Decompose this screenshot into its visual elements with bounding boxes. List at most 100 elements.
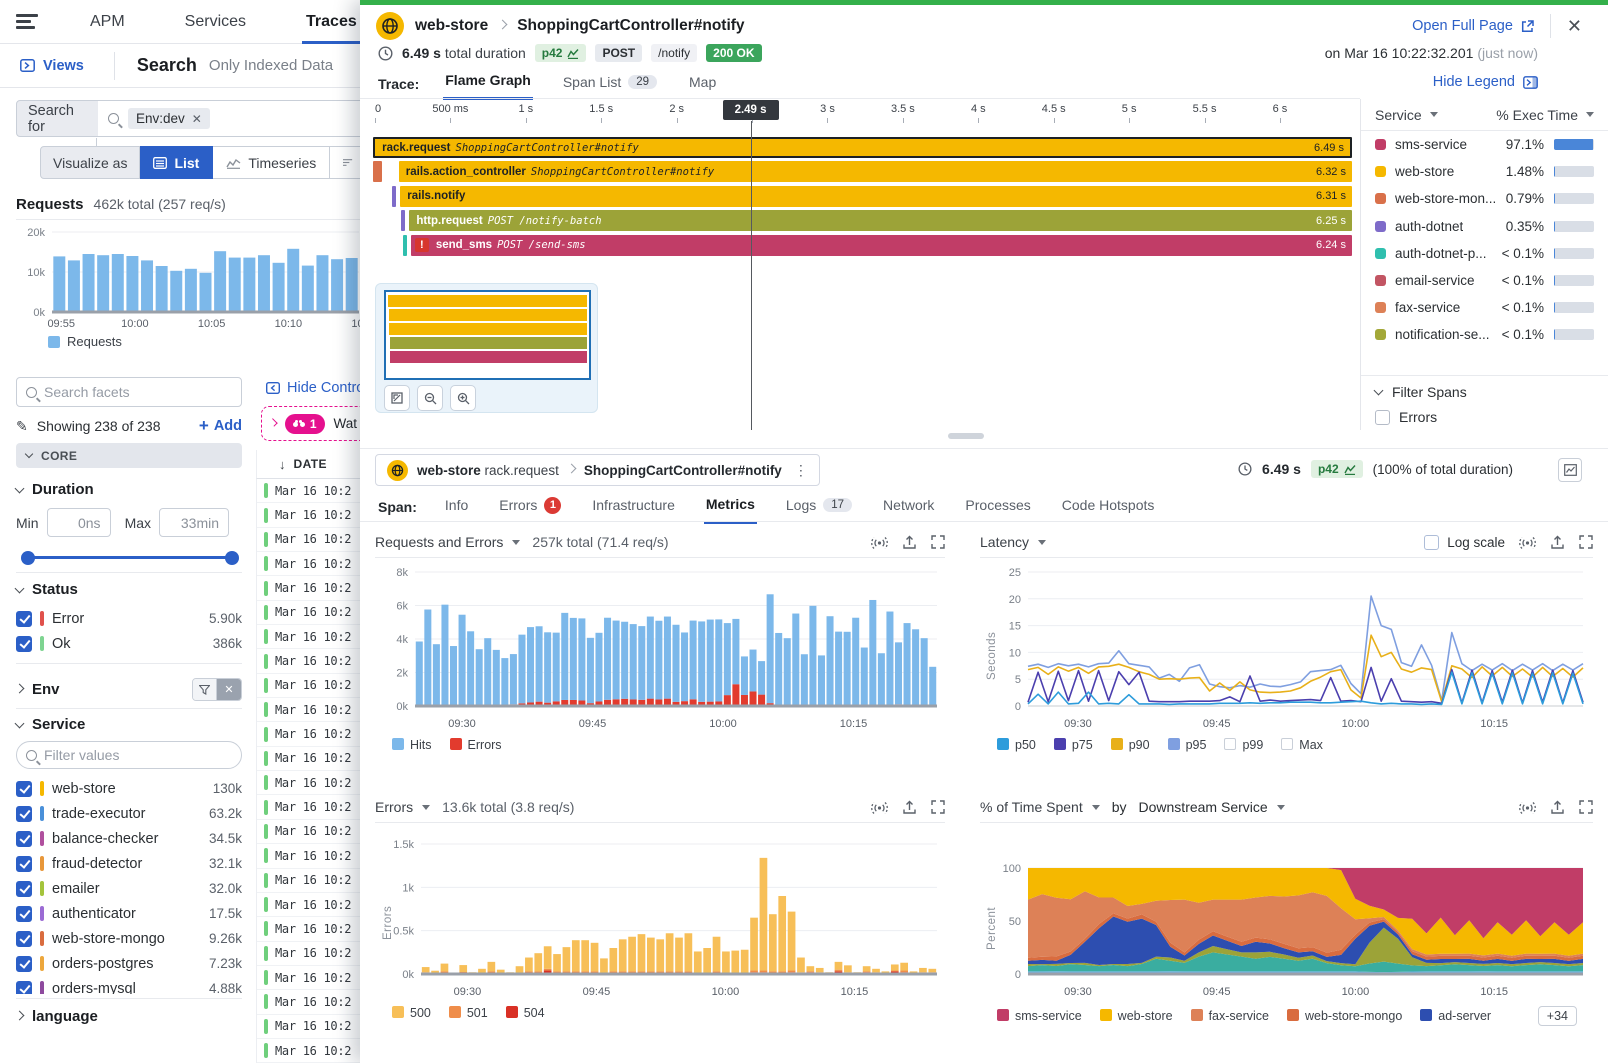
requests-errors-chart[interactable]: 0k2k4k6k8k09:3009:4510:0010:15	[375, 560, 945, 732]
expand-icon[interactable]	[1579, 535, 1593, 549]
trace-list-row[interactable]: Mar 16 10:2	[257, 722, 376, 746]
trace-list-row[interactable]: Mar 16 10:2	[257, 1039, 376, 1063]
slider-handle-min[interactable]	[21, 551, 35, 565]
status-facet-header[interactable]: Status	[16, 581, 78, 598]
slider-handle-max[interactable]	[225, 551, 239, 565]
checkbox-icon[interactable]	[1375, 410, 1390, 425]
watchdog-insights-banner[interactable]: 1 Wat	[261, 406, 367, 441]
status-facet-row[interactable]: Ok386k	[16, 631, 242, 656]
hide-controls-link[interactable]: Hide Contro	[266, 377, 366, 399]
export-icon[interactable]	[1550, 535, 1565, 550]
trace-tab-flame-graph[interactable]: Flame Graph	[443, 68, 533, 100]
legend-service-row[interactable]: notification-se...< 0.1%	[1361, 321, 1608, 348]
env-clear-filter-button[interactable]: ✕	[217, 678, 241, 701]
checkbox-icon[interactable]	[16, 881, 32, 897]
service-filter-field[interactable]	[44, 747, 204, 763]
checkbox-icon[interactable]	[16, 956, 32, 972]
checkbox-icon[interactable]	[16, 781, 32, 797]
trace-list-row[interactable]: Mar 16 10:2	[257, 893, 376, 917]
log-scale-checkbox[interactable]: Log scale	[1424, 535, 1505, 550]
service-facet-row[interactable]: web-store-mongo9.26k	[16, 926, 242, 951]
flame-span-rack.request[interactable]: rack.requestShoppingCartController#notif…	[373, 137, 1352, 158]
trace-tab-map[interactable]: Map	[687, 70, 718, 99]
chart-legend-item[interactable]: web-store-mongo	[1287, 1009, 1402, 1023]
chart-legend-item[interactable]: fax-service	[1191, 1009, 1269, 1023]
checkbox-icon[interactable]	[16, 611, 32, 627]
export-icon[interactable]	[1550, 800, 1565, 815]
flame-span-rails.action_controller[interactable]: rails.action_controllerShoppingCartContr…	[399, 161, 1352, 182]
service-facet-row[interactable]: emailer32.0k	[16, 876, 242, 901]
trace-list-row[interactable]: Mar 16 10:2	[257, 625, 376, 649]
duration-max-input[interactable]	[171, 515, 219, 531]
legend-service-row[interactable]: fax-service< 0.1%	[1361, 294, 1608, 321]
trace-resource-name[interactable]: ShoppingCartController#notify	[517, 17, 744, 35]
checkbox-icon[interactable]	[16, 806, 32, 822]
trace-list-row[interactable]: Mar 16 10:2	[257, 698, 376, 722]
trace-list-row[interactable]: Mar 16 10:2	[257, 942, 376, 966]
edit-facets-icon[interactable]: ✎	[16, 418, 28, 435]
minimap-viewport[interactable]	[384, 290, 591, 380]
add-facet-button[interactable]: +Add	[199, 416, 242, 436]
trace-list-row[interactable]: Mar 16 10:2	[257, 747, 376, 771]
close-icon[interactable]: ✕	[1567, 16, 1582, 37]
chart-legend-item[interactable]: p95	[1168, 738, 1207, 752]
expand-icon[interactable]	[1579, 800, 1593, 814]
errors-dropdown[interactable]: Errors	[375, 799, 430, 815]
zoom-in-icon[interactable]	[450, 385, 476, 411]
requests-overview-chart[interactable]: 0k10k20k09:5510:0010:0510:1010	[16, 222, 361, 332]
trace-list-row[interactable]: Mar 16 10:2	[257, 820, 376, 844]
viz-mode-list[interactable]: List	[140, 146, 213, 179]
span-tab-metrics[interactable]: Metrics	[704, 491, 757, 524]
chart-legend-item[interactable]: p75	[1054, 738, 1093, 752]
legend-service-row[interactable]: sms-service97.1%	[1361, 131, 1608, 158]
chart-legend-item[interactable]: sms-service	[997, 1009, 1082, 1023]
export-icon[interactable]	[902, 800, 917, 815]
core-group-header[interactable]: CORE	[16, 443, 242, 468]
trace-service-name[interactable]: web-store	[415, 17, 488, 35]
chart-legend-item[interactable]: web-store	[1100, 1009, 1173, 1023]
flame-graph[interactable]: 0500 ms1 s1.5 s2 s2.5 s3 s3.5 s4 s4.5 s5…	[360, 99, 1360, 430]
trace-list-row[interactable]: Mar 16 10:2	[257, 966, 376, 990]
duration-facet-header[interactable]: Duration	[16, 481, 94, 498]
service-facet-row[interactable]: orders-postgres7.23k	[16, 951, 242, 976]
checkbox-icon[interactable]	[16, 831, 32, 847]
service-facet-row[interactable]: orders-mysql4.88k	[16, 976, 242, 994]
trace-list-row[interactable]: Mar 16 10:2	[257, 795, 376, 819]
span-tab-code-hotspots[interactable]: Code Hotspots	[1060, 492, 1157, 522]
chart-legend-item[interactable]: p50	[997, 738, 1036, 752]
env-filter-icon-button[interactable]	[193, 678, 217, 701]
trace-list-row[interactable]: Mar 16 10:2	[257, 771, 376, 795]
trace-list-row[interactable]: Mar 16 10:2	[257, 552, 376, 576]
legend-exec-header[interactable]: % Exec Time	[1496, 107, 1594, 123]
chart-legend-item[interactable]: Errors	[450, 738, 502, 752]
legend-service-row[interactable]: email-service< 0.1%	[1361, 267, 1608, 294]
trace-list-row[interactable]: Mar 16 10:2	[257, 990, 376, 1014]
service-facet-row[interactable]: web-store130k	[16, 776, 242, 801]
trace-list-row[interactable]: Mar 16 10:2	[257, 528, 376, 552]
legend-service-row[interactable]: web-store1.48%	[1361, 158, 1608, 185]
flame-span-send_sms[interactable]: !send_smsPOST /send-sms6.24 s	[411, 235, 1352, 256]
checkbox-icon[interactable]	[16, 856, 32, 872]
service-facet-row[interactable]: balance-checker34.5k	[16, 826, 242, 851]
nav-item-traces[interactable]: Traces	[302, 0, 361, 44]
trace-tab-span-list[interactable]: Span List29	[561, 70, 659, 99]
open-full-page-link[interactable]: Open Full Page	[1412, 18, 1534, 34]
legend-more-badge[interactable]: +34	[1538, 1006, 1577, 1026]
views-button[interactable]: Views	[0, 58, 104, 74]
latency-dropdown[interactable]: Latency	[980, 534, 1046, 550]
errors-filter-checkbox[interactable]: Errors	[1375, 409, 1437, 425]
status-facet-row[interactable]: Error5.90k	[16, 606, 242, 631]
trace-list-row[interactable]: Mar 16 10:2	[257, 503, 376, 527]
minimap-reset-button[interactable]	[384, 385, 410, 411]
legend-service-row[interactable]: auth-dotnet-p...< 0.1%	[1361, 240, 1608, 267]
timeline-cursor[interactable]	[751, 121, 752, 430]
nav-item-services[interactable]: Services	[181, 0, 250, 44]
trace-list-row[interactable]: Mar 16 10:2	[257, 576, 376, 600]
chart-legend-item[interactable]: Hits	[392, 738, 432, 752]
live-signal-icon[interactable]	[1519, 800, 1536, 815]
traces-table-date-header[interactable]: ↓ DATE	[256, 450, 376, 479]
live-signal-icon[interactable]	[1519, 535, 1536, 550]
expand-icon[interactable]	[931, 535, 945, 549]
percentile-badge[interactable]: p42	[535, 44, 587, 62]
legend-service-row[interactable]: auth-dotnet0.35%	[1361, 213, 1608, 240]
